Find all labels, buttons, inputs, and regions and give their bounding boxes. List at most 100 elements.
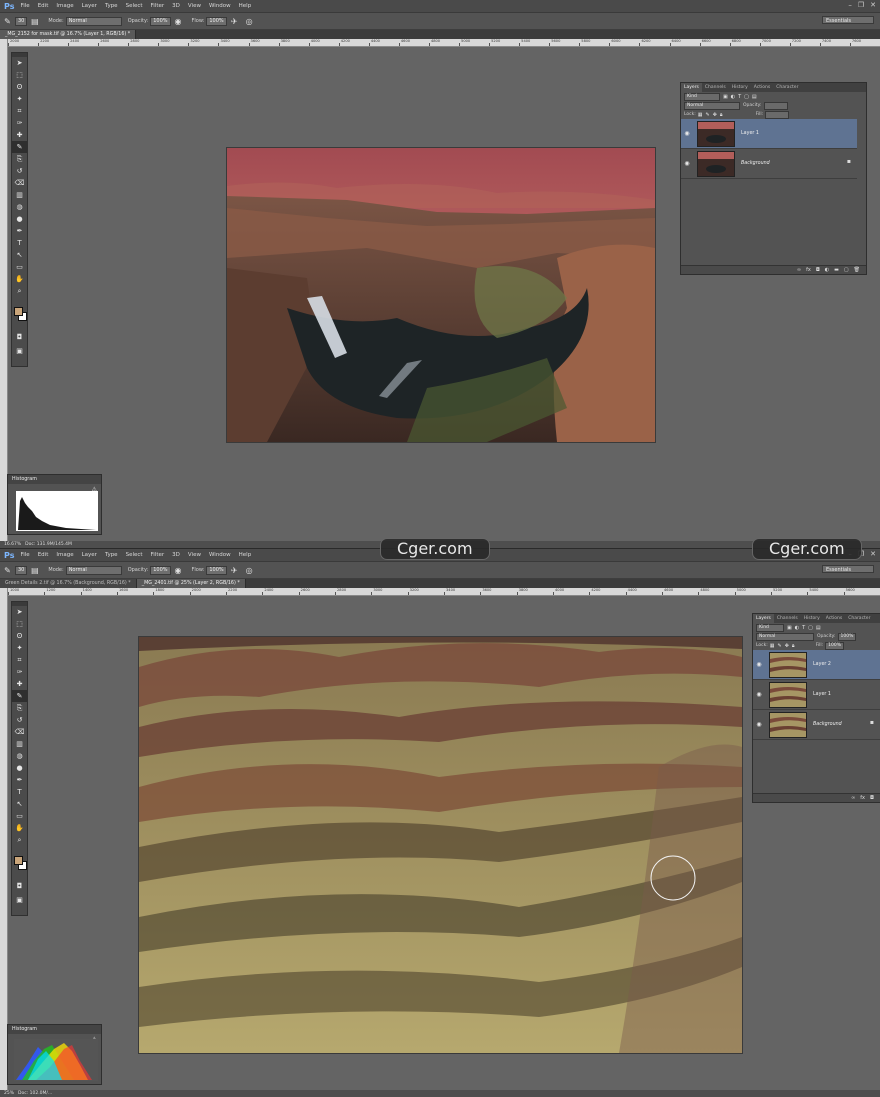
fx-icon[interactable]: fx (860, 795, 865, 801)
menu-edit[interactable]: Edit (38, 3, 49, 9)
pressure-opacity-icon[interactable]: ◉ (174, 17, 183, 26)
layer-row[interactable]: ◉ Background ▪ (753, 710, 880, 740)
document-tab[interactable]: _MG_2152 for mask.tif @ 16.7% (Layer 1, … (0, 30, 137, 39)
visibility-eye-icon[interactable]: ◉ (753, 721, 765, 728)
lock-all-icon[interactable]: 🔒︎ (792, 643, 795, 649)
workspace-select[interactable]: Essentials (822, 565, 874, 573)
type-icon[interactable]: T (12, 786, 27, 798)
zoom-icon[interactable]: ⌕ (12, 285, 27, 297)
layer-opacity-field[interactable]: 100% (837, 632, 857, 641)
visibility-eye-icon[interactable]: ◉ (681, 130, 693, 137)
brush-preset-icon[interactable]: ✎ (3, 17, 12, 26)
tab-channels[interactable]: Channels (774, 614, 801, 623)
pen-icon[interactable]: ✒ (12, 774, 27, 786)
layer-row[interactable]: ◉ Layer 1 (753, 680, 880, 710)
add-mask-icon[interactable]: ◘ (816, 267, 820, 273)
close-icon[interactable]: ✕ (870, 1, 876, 9)
layer-fill-field[interactable] (765, 110, 790, 119)
visibility-eye-icon[interactable]: ◉ (753, 691, 765, 698)
eraser-icon[interactable]: ⌫ (12, 726, 27, 738)
menu-3d[interactable]: 3D (172, 3, 180, 9)
tab-channels[interactable]: Channels (702, 83, 729, 92)
gradient-icon[interactable]: ▥ (12, 189, 27, 201)
filter-pixel-icon[interactable]: ▣ (787, 625, 792, 631)
screen-mode-icon[interactable]: ▣ (12, 894, 27, 906)
layer-row[interactable]: ◉ Background ▪ (681, 149, 857, 179)
quick-mask-icon[interactable]: ◘ (12, 331, 27, 343)
pen-icon[interactable]: ✒ (12, 225, 27, 237)
lock-transparent-icon[interactable]: ▦ (698, 112, 703, 118)
flow-field[interactable]: 100% (206, 16, 227, 26)
marquee-icon[interactable]: ⬚ (12, 69, 27, 81)
brush-icon[interactable]: ✎ (12, 141, 27, 153)
marquee-icon[interactable]: ⬚ (12, 618, 27, 630)
pressure-size-icon[interactable]: ◎ (245, 566, 254, 575)
delete-layer-icon[interactable]: 🗑︎ (854, 267, 860, 273)
menu-edit[interactable]: Edit (38, 552, 49, 558)
restore-icon[interactable]: ❐ (858, 1, 864, 9)
menu-select[interactable]: Select (126, 3, 143, 9)
foreground-color-swatch[interactable] (14, 856, 23, 865)
new-layer-icon[interactable]: ▢ (844, 267, 849, 273)
tab-layers[interactable]: Layers (681, 83, 702, 92)
menu-3d[interactable]: 3D (172, 552, 180, 558)
dodge-icon[interactable]: ● (12, 762, 27, 774)
menu-type[interactable]: Type (105, 3, 118, 9)
opacity-field[interactable]: 100% (150, 565, 171, 575)
brush-panel-icon[interactable]: ▤ (30, 17, 39, 26)
fx-icon[interactable]: fx (806, 267, 811, 273)
shape-icon[interactable]: ▭ (12, 261, 27, 273)
brush-icon[interactable]: ✎ (12, 690, 27, 702)
lasso-icon[interactable]: ʘ (12, 81, 27, 93)
pressure-size-icon[interactable]: ◎ (245, 17, 254, 26)
menu-help[interactable]: Help (239, 552, 252, 558)
history-brush-icon[interactable]: ↺ (12, 165, 27, 177)
blend-mode-select[interactable]: Normal (756, 632, 814, 641)
workspace-select[interactable]: Essentials (822, 16, 874, 24)
quick-select-icon[interactable]: ✦ (12, 93, 27, 105)
filter-type-icon[interactable]: T (802, 625, 805, 631)
layer-name[interactable]: Layer 1 (813, 692, 831, 697)
clone-stamp-icon[interactable]: ⎘ (12, 153, 27, 165)
healing-icon[interactable]: ✚ (12, 129, 27, 141)
flow-field[interactable]: 100% (206, 565, 227, 575)
filter-pixel-icon[interactable]: ▣ (723, 94, 728, 100)
move-icon[interactable]: ➤ (12, 57, 27, 69)
blur-icon[interactable]: ◍ (12, 750, 27, 762)
menu-help[interactable]: Help (239, 3, 252, 9)
crop-icon[interactable]: ⌗ (12, 654, 27, 666)
hand-icon[interactable]: ✋ (12, 822, 27, 834)
close-icon[interactable]: ✕ (870, 550, 876, 558)
layer-row[interactable]: ◉ Layer 1 (681, 119, 857, 149)
eyedropper-icon[interactable]: ✑ (12, 117, 27, 129)
airbrush-icon[interactable]: ✈ (230, 566, 239, 575)
quick-select-icon[interactable]: ✦ (12, 642, 27, 654)
tab-actions[interactable]: Actions (823, 614, 845, 623)
mode-select[interactable]: Normal (65, 565, 122, 575)
tab-actions[interactable]: Actions (751, 83, 773, 92)
crop-icon[interactable]: ⌗ (12, 105, 27, 117)
layer-opacity-field[interactable] (763, 101, 788, 110)
lasso-icon[interactable]: ʘ (12, 630, 27, 642)
layer-row[interactable]: ◉ Layer 2 (753, 650, 880, 680)
canvas-image-painted-hills[interactable] (138, 636, 743, 1054)
tab-history[interactable]: History (729, 83, 751, 92)
layer-fill-field[interactable]: 100% (825, 641, 844, 650)
minimize-icon[interactable]: – (848, 1, 852, 9)
brush-size-field[interactable]: 30 (15, 16, 28, 26)
filter-smart-icon[interactable]: ▤ (816, 625, 821, 631)
add-mask-icon[interactable]: ◘ (870, 795, 874, 801)
brush-size-field[interactable]: 30 (15, 565, 28, 575)
menu-layer[interactable]: Layer (82, 3, 97, 9)
tab-layers[interactable]: Layers (753, 614, 774, 623)
hand-icon[interactable]: ✋ (12, 273, 27, 285)
new-group-icon[interactable]: ▬ (834, 267, 839, 273)
lock-position-icon[interactable]: ✥ (785, 643, 789, 649)
lock-image-icon[interactable]: ✎ (706, 112, 710, 118)
blend-mode-select[interactable]: Normal (684, 101, 740, 110)
foreground-color-swatch[interactable] (14, 307, 23, 316)
lock-all-icon[interactable]: 🔒︎ (720, 112, 723, 118)
path-select-icon[interactable]: ↖ (12, 798, 27, 810)
adjustment-layer-icon[interactable]: ◐ (825, 267, 829, 273)
tab-history[interactable]: History (801, 614, 823, 623)
